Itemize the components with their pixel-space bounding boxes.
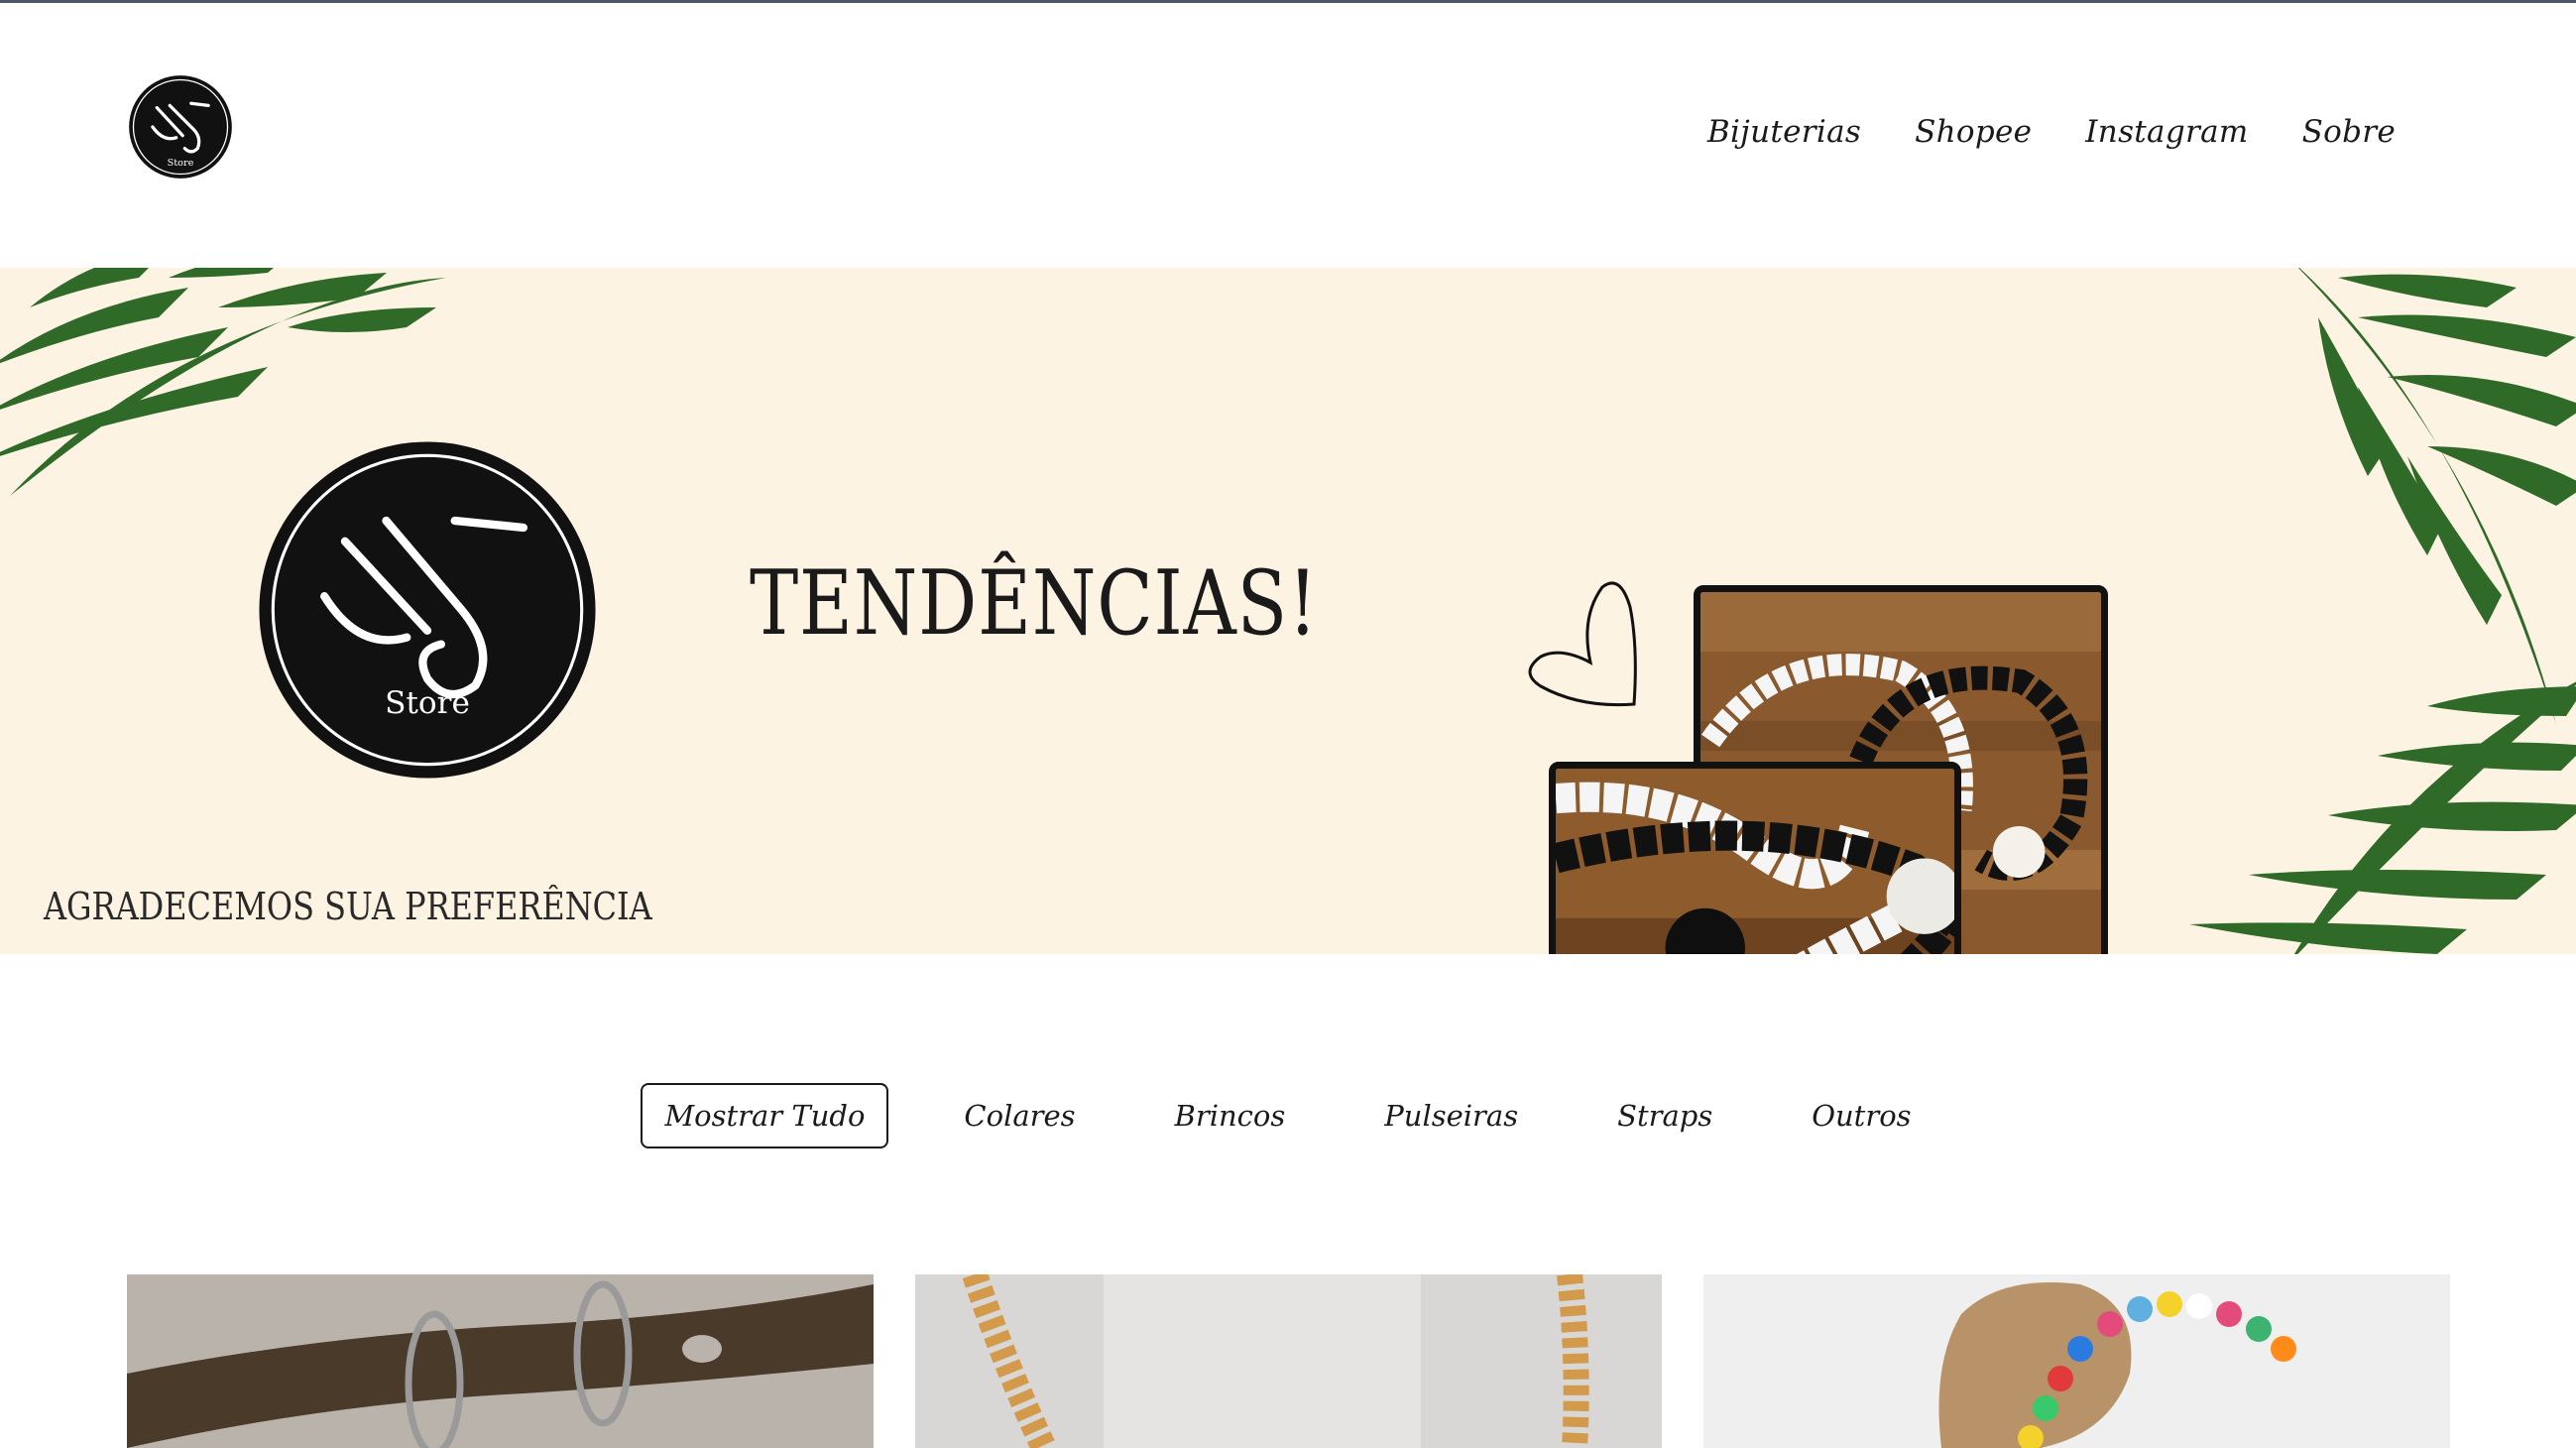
product-image-beads bbox=[1703, 1274, 2450, 1448]
heart-outline-icon bbox=[1528, 581, 1637, 707]
filter-brincos[interactable]: Brincos bbox=[1151, 1083, 1310, 1148]
main-nav: Bijuterias Shopee Instagram Sobre bbox=[1707, 107, 2396, 157]
palm-leaf-icon bbox=[2297, 268, 2576, 724]
product-card[interactable] bbox=[127, 1274, 874, 1448]
product-card[interactable] bbox=[1703, 1274, 2450, 1448]
filter-colares[interactable]: Colares bbox=[940, 1083, 1099, 1148]
filter-mostrar-tudo[interactable]: Mostrar Tudo bbox=[641, 1083, 889, 1148]
filter-straps[interactable]: Straps bbox=[1593, 1083, 1736, 1148]
store-logo-text: Store bbox=[385, 685, 470, 721]
nav-sobre[interactable]: Sobre bbox=[2302, 114, 2396, 150]
logo-icon: Store bbox=[129, 75, 232, 179]
nav-instagram[interactable]: Instagram bbox=[2085, 114, 2248, 150]
banner-title: TENDÊNCIAS! bbox=[750, 551, 1319, 656]
filter-pulseiras[interactable]: Pulseiras bbox=[1360, 1083, 1542, 1148]
nav-bijuterias[interactable]: Bijuterias bbox=[1707, 114, 1861, 150]
bracelet-photo-front bbox=[1549, 762, 1961, 954]
filter-outros[interactable]: Outros bbox=[1788, 1083, 1934, 1148]
palm-leaf-icon bbox=[2189, 681, 2576, 954]
product-image-chain bbox=[915, 1274, 1662, 1448]
banner-subtitle: AGRADECEMOS SUA PREFERÊNCIA bbox=[44, 885, 652, 928]
category-filters: Mostrar Tudo Colares Brincos Pulseiras S… bbox=[0, 1083, 2576, 1148]
product-card[interactable] bbox=[915, 1274, 1662, 1448]
product-image-rings bbox=[127, 1274, 874, 1448]
hero-banner: Store TENDÊNCIAS! AGRADECEMOS SUA PREFER… bbox=[0, 268, 2576, 954]
store-logo-icon: Store bbox=[259, 441, 596, 779]
logo-store-text: Store bbox=[168, 158, 194, 169]
top-border bbox=[0, 0, 2576, 3]
nav-shopee[interactable]: Shopee bbox=[1915, 114, 2032, 150]
